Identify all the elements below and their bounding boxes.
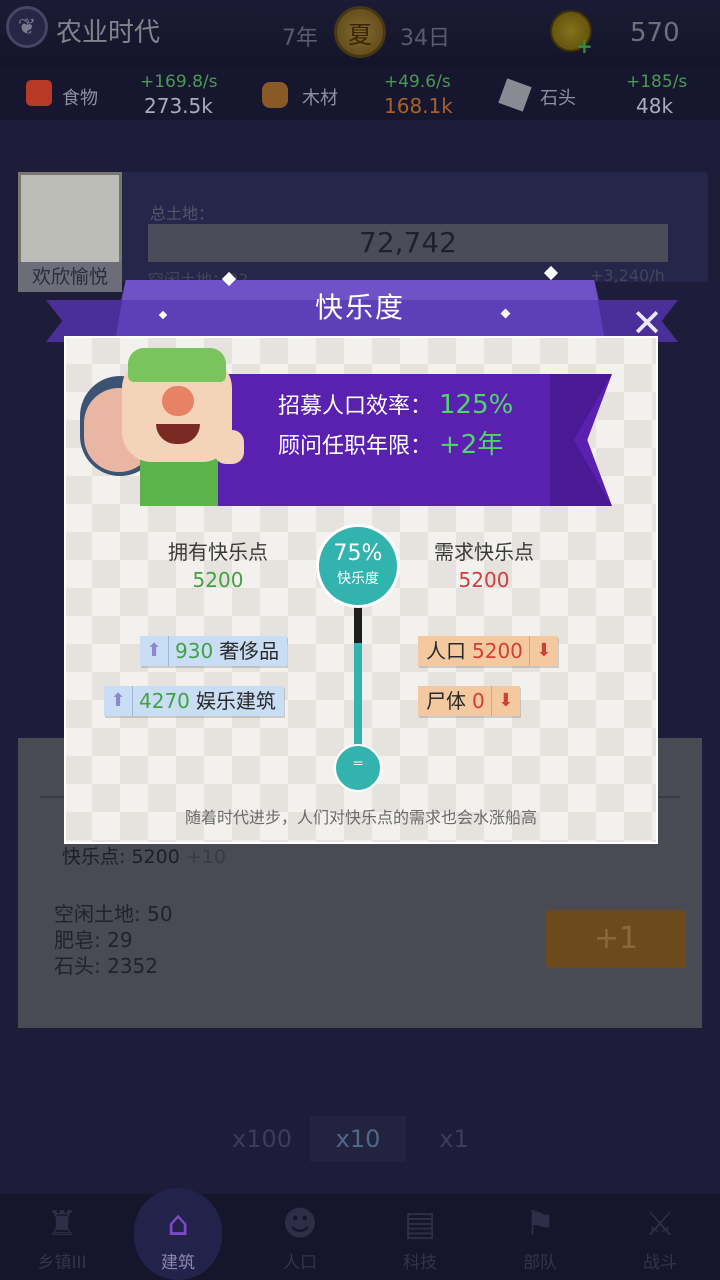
arrow-down-icon: ⬇ <box>490 686 520 716</box>
resource-rate-food: +169.8/s <box>140 72 218 92</box>
have-points-value: 5200 <box>192 568 244 592</box>
resource-label-food: 食物 <box>62 88 98 109</box>
need-points-title: 需求快乐点 <box>434 540 534 564</box>
resource-label-stone: 石头 <box>540 88 576 109</box>
happy-points-plus: +10 <box>185 846 226 868</box>
advisor-hair <box>128 348 226 382</box>
recruit-efficiency-label: 招募人口效率： <box>278 394 433 419</box>
resource-bar <box>0 66 720 120</box>
build-plus-one-button[interactable]: +1 <box>546 910 686 968</box>
resource-value-stone: 48k <box>636 94 674 118</box>
battle-swords-icon: ⚔ <box>644 1204 676 1244</box>
close-icon[interactable]: ✕ <box>624 300 670 346</box>
advisor-hand <box>214 430 244 464</box>
total-land-title: 总土地： <box>150 204 215 223</box>
demand-population-label: 人口 <box>426 639 466 663</box>
building-icon: ⌂ <box>167 1204 189 1244</box>
recruit-efficiency-value: 125% <box>439 390 514 420</box>
multiplier-x100[interactable]: x100 <box>214 1116 310 1162</box>
demand-corpse-value: 0 <box>472 689 485 713</box>
nav-item-population[interactable]: ☻ 人口 <box>250 1194 350 1280</box>
multiplier-x10[interactable]: x10 <box>310 1116 406 1162</box>
arrow-up-icon: ⬆ <box>140 636 169 666</box>
advisor-term-line: 顾问任职年限： +2年 <box>278 424 503 461</box>
nav-label-population: 人口 <box>283 1253 317 1273</box>
army-icon: ⚑ <box>524 1204 556 1244</box>
nav-item-town[interactable]: ♜ 乡镇III <box>12 1194 112 1280</box>
happy-points-text: 快乐点: 5200 <box>62 846 180 868</box>
arrow-up-icon: ⬆ <box>104 686 133 716</box>
demand-corpse-chip[interactable]: 尸体 0 ⬇ <box>418 686 520 716</box>
demand-population-chip[interactable]: 人口 5200 ⬇ <box>418 636 558 666</box>
multiplier-x1[interactable]: x1 <box>406 1116 502 1162</box>
resource-rate-stone: +185/s <box>626 72 688 92</box>
advisor-term-label: 顾问任职年限： <box>278 434 433 459</box>
need-points-value: 5200 <box>458 568 510 592</box>
have-points-title: 拥有快乐点 <box>168 540 268 564</box>
population-icon: ☻ <box>282 1204 318 1244</box>
happiness-gauge-label: 快乐度 <box>337 571 379 587</box>
nav-item-army[interactable]: ⚑ 部队 <box>490 1194 590 1280</box>
resource-label-wood: 木材 <box>302 88 338 109</box>
nav-label-building: 建筑 <box>161 1253 195 1273</box>
source-entertainment-value: 4270 <box>139 689 190 713</box>
advisor-mood-label: 欢欣愉悦 <box>18 262 122 292</box>
nav-label-town: 乡镇III <box>37 1253 87 1273</box>
arrow-down-icon: ⬇ <box>528 636 558 666</box>
info-idle-land: 空闲土地: 50 <box>54 902 173 926</box>
top-bar-dim-overlay <box>0 0 720 66</box>
happiness-percent: 75% <box>333 541 383 566</box>
tech-book-icon: ▤ <box>403 1204 437 1244</box>
advisor-term-value: +2年 <box>439 430 504 460</box>
advisor-nose <box>162 386 194 416</box>
food-icon <box>26 80 52 106</box>
nav-label-tech: 科技 <box>403 1253 437 1273</box>
source-luxury-value: 930 <box>175 639 214 663</box>
source-entertainment-chip[interactable]: ⬆ 4270 娱乐建筑 <box>104 686 284 716</box>
source-entertainment-label: 娱乐建筑 <box>195 689 276 713</box>
info-soap: 肥皂: 29 <box>54 928 133 952</box>
source-luxury-chip[interactable]: ⬆ 930 奢侈品 <box>140 636 288 666</box>
town-icon: ♜ <box>46 1204 78 1244</box>
happiness-gauge-badge: 75% 快乐度 <box>316 524 400 608</box>
happy-points-line: 快乐点: 5200 +10 <box>62 842 226 869</box>
nav-item-battle[interactable]: ⚔ 战斗 <box>610 1194 710 1280</box>
nav-item-building[interactable]: ⌂ 建筑 <box>128 1194 228 1280</box>
info-stone: 石头: 2352 <box>54 954 158 978</box>
demand-population-value: 5200 <box>472 639 523 663</box>
nav-label-army: 部队 <box>523 1253 557 1273</box>
dialog-title: 快乐度 <box>314 291 405 324</box>
source-luxury-label: 奢侈品 <box>219 639 280 663</box>
happiness-gauge-fill <box>354 643 362 754</box>
neutral-face-icon: ⁼ <box>334 744 382 792</box>
wood-icon <box>262 82 288 108</box>
dialog-footnote: 随着时代进步，人们对快乐点的需求也会水涨船高 <box>184 808 537 827</box>
recruit-efficiency-line: 招募人口效率： 125% <box>278 388 513 420</box>
resource-value-food: 273.5k <box>144 94 213 118</box>
nav-label-battle: 战斗 <box>643 1253 677 1273</box>
resource-value-wood: 168.1k <box>384 94 453 118</box>
demand-corpse-label: 尸体 <box>426 689 466 713</box>
nav-item-tech[interactable]: ▤ 科技 <box>370 1194 470 1280</box>
resource-rate-wood: +49.6/s <box>384 72 451 92</box>
total-land-value: 72,742 <box>359 226 457 259</box>
